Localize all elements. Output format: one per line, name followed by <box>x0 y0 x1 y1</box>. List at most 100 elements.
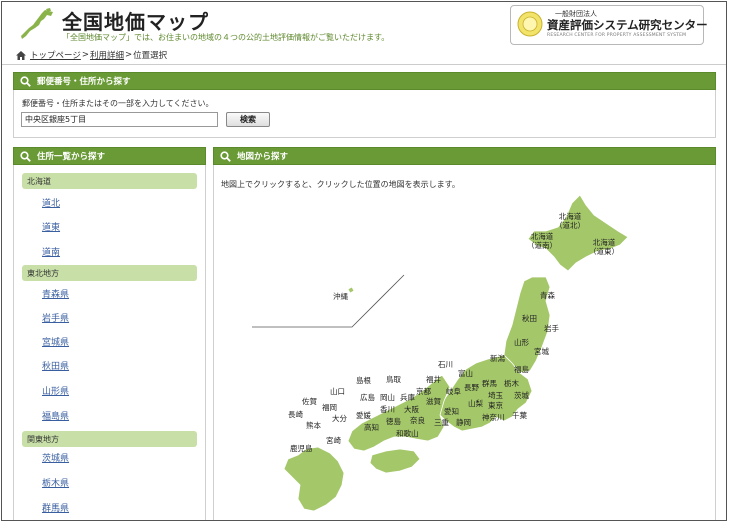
label-tochigi: 栃木 <box>504 378 519 388</box>
label-gifu: 岐阜 <box>446 386 461 396</box>
org-emblem-icon <box>517 11 543 37</box>
label-akita: 秋田 <box>522 313 537 323</box>
map-panel-title: 地図から探す <box>237 152 289 162</box>
label-osaka: 大阪 <box>404 404 419 414</box>
label-mie: 三重 <box>434 418 449 427</box>
label-kochi: 高知 <box>364 422 379 432</box>
okinawa-inset-border <box>252 274 405 328</box>
label-iwate: 岩手 <box>544 323 559 333</box>
search-button[interactable]: 検索 <box>226 112 270 127</box>
japan-map[interactable]: 北海道（道北） 北海道（道南） 北海道（道東） 沖縄 青森秋田岩手山形宮城石川 新潟… <box>214 165 715 521</box>
address-list-panel: 北海道 道北 道東 道南 東北地方 青森県 岩手県 宮城県 秋田県 山形県 福島… <box>13 165 206 520</box>
label-okinawa: 沖縄 <box>333 291 348 301</box>
label-yamagata: 山形 <box>514 337 529 347</box>
label-dohoku: 北海道（道北） <box>555 211 585 230</box>
label-kyoto: 京都 <box>416 386 431 396</box>
map-panel: 地図上でクリックすると、クリックした位置の地図を表示します。 北海道（道北） 北… <box>213 165 716 521</box>
label-miyazaki: 宮崎 <box>326 435 341 445</box>
search-icon <box>20 150 31 162</box>
label-aichi: 愛知 <box>444 406 459 416</box>
site-title[interactable]: 全国地価マップ <box>62 6 209 35</box>
pref-link-fukushima[interactable]: 福島県 <box>42 409 69 422</box>
header-divider <box>2 64 726 65</box>
label-kagawa: 香川 <box>380 404 395 414</box>
breadcrumb-top-link[interactable]: トップページ <box>30 49 81 61</box>
label-shizuoka: 静岡 <box>456 417 471 427</box>
label-fukushima: 福島 <box>514 364 529 374</box>
pref-link-gunma[interactable]: 群馬県 <box>42 501 69 514</box>
page-frame: 全国地価マップ 「全国地価マップ」では、お住まいの地域の４つの公的土地評価情報が… <box>1 1 727 521</box>
pref-link-miyagi[interactable]: 宮城県 <box>42 335 69 348</box>
org-name: 資産評価システム研究センター <box>547 18 708 32</box>
label-hiroshima: 広島 <box>360 392 375 402</box>
label-ehime: 愛媛 <box>356 410 371 420</box>
pref-link-donan[interactable]: 道南 <box>42 245 60 258</box>
label-ibaraki: 茨城 <box>514 390 529 400</box>
breadcrumb: トップページ > 利用詳細 > 位置選択 <box>16 49 167 61</box>
label-shiga: 滋賀 <box>426 396 441 406</box>
label-tokyo: 東京 <box>488 400 503 410</box>
pref-link-yamagata[interactable]: 山形県 <box>42 384 69 397</box>
map-land[interactable] <box>283 194 629 512</box>
label-okayama: 岡山 <box>380 392 395 402</box>
label-fukui: 福井 <box>426 374 441 384</box>
label-fukuoka: 福岡 <box>322 403 337 412</box>
region-hokkaido: 北海道 <box>22 173 197 189</box>
breadcrumb-current: 位置選択 <box>133 51 168 61</box>
label-aomori: 青森 <box>540 290 555 300</box>
site-tagline: 「全国地価マップ」では、お住まいの地域の４つの公的土地評価情報がご覧いただけます… <box>62 33 390 42</box>
address-search-input[interactable] <box>21 112 218 127</box>
label-toyama: 富山 <box>458 368 473 378</box>
search-icon <box>220 150 231 162</box>
label-shimane: 島根 <box>356 375 371 385</box>
search-panel-header: 郵便番号・住所から探す <box>13 72 716 90</box>
label-yamaguchi: 山口 <box>330 386 345 396</box>
org-english-name: RESEARCH CENTER FOR PROPERTY ASSESSMENT … <box>547 33 687 38</box>
japan-logo-icon <box>21 8 53 39</box>
label-nara: 奈良 <box>410 415 425 425</box>
search-icon <box>20 75 31 87</box>
region-kanto: 関東地方 <box>22 431 197 447</box>
region-shape-okinawa[interactable] <box>347 286 355 294</box>
label-kumamoto: 熊本 <box>306 420 321 430</box>
region-shape-kyushu[interactable] <box>283 446 345 512</box>
site-header: 全国地価マップ 「全国地価マップ」では、お住まいの地域の４つの公的土地評価情報が… <box>2 2 726 46</box>
label-nagano: 長野 <box>464 383 479 392</box>
label-ishikawa: 石川 <box>438 360 453 369</box>
label-hyogo: 兵庫 <box>400 392 415 402</box>
region-tohoku: 東北地方 <box>22 265 197 281</box>
pref-link-aomori[interactable]: 青森県 <box>42 287 69 300</box>
pref-link-tochigi[interactable]: 栃木県 <box>42 476 69 489</box>
label-miyagi: 宮城 <box>534 346 549 356</box>
label-kagoshima: 鹿児島 <box>290 443 313 453</box>
label-donan: 北海道（道南） <box>527 231 557 250</box>
pref-link-akita[interactable]: 秋田県 <box>42 359 69 372</box>
label-doto: 北海道（道東） <box>589 237 619 256</box>
label-saga: 佐賀 <box>302 396 317 406</box>
label-chiba: 千葉 <box>512 410 527 420</box>
label-yamanashi: 山梨 <box>468 398 483 408</box>
label-gunma: 群馬 <box>482 378 497 388</box>
label-dohoku-l1: 北海道 <box>559 211 582 221</box>
pref-link-ibaraki[interactable]: 茨城県 <box>42 451 69 464</box>
breadcrumb-separator: > <box>124 50 133 60</box>
label-wakayama: 和歌山 <box>396 428 419 438</box>
breadcrumb-usage-link[interactable]: 利用詳細 <box>90 49 124 61</box>
address-list-title: 住所一覧から探す <box>37 152 106 162</box>
pref-link-doto[interactable]: 道東 <box>42 220 60 233</box>
search-panel: 郵便番号・住所またはその一部を入力してください。 検索 <box>13 90 716 138</box>
label-saitama: 埼玉 <box>488 390 503 400</box>
label-dohoku-l2: （道北） <box>555 220 585 230</box>
pref-link-iwate[interactable]: 岩手県 <box>42 311 69 324</box>
home-icon <box>16 50 26 60</box>
label-tokushima: 徳島 <box>386 416 401 426</box>
label-oita: 大分 <box>332 413 347 423</box>
label-tottori: 鳥取 <box>386 374 401 384</box>
org-logo[interactable]: 一般財団法人 資産評価システム研究センター RESEARCH CENTER FO… <box>510 5 708 45</box>
breadcrumb-separator: > <box>81 50 89 60</box>
address-list-header: 住所一覧から探す <box>13 147 206 165</box>
search-description: 郵便番号・住所またはその一部を入力してください。 <box>22 99 214 108</box>
region-shape-shikoku[interactable] <box>369 448 421 474</box>
pref-link-dohoku[interactable]: 道北 <box>42 196 60 209</box>
label-nagasaki: 長崎 <box>288 409 303 419</box>
